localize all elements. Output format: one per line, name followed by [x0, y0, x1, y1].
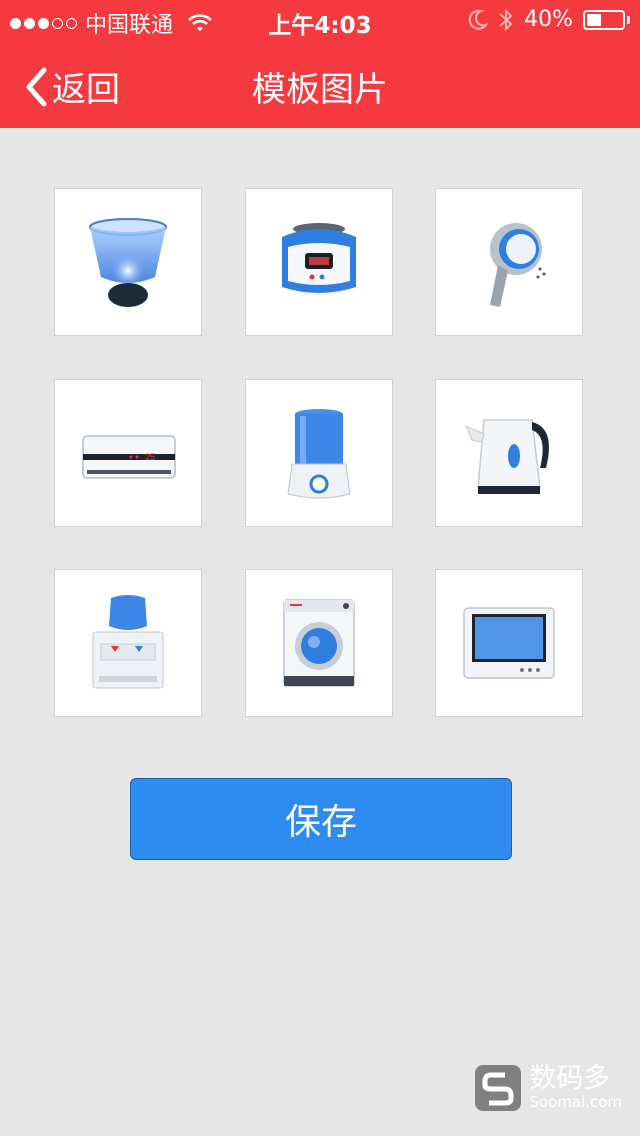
tv-icon [463, 607, 555, 679]
status-bar: 中国联通 上午4:03 40% [0, 0, 640, 40]
watermark-en: Soomal.com [529, 1093, 622, 1111]
battery-fill [587, 13, 601, 26]
humidifier-icon [287, 409, 351, 499]
kettle-icon [465, 419, 549, 494]
save-button[interactable]: 保存 [130, 778, 512, 860]
watermark-text: 数码多 Soomal.com [529, 1064, 622, 1111]
template-tile-tv[interactable] [435, 569, 583, 717]
water-dispenser-icon [92, 595, 164, 689]
watermark: 数码多 Soomal.com [475, 1064, 622, 1111]
template-tile-lamp[interactable] [54, 188, 202, 336]
template-tile-rice-cooker[interactable] [245, 188, 393, 336]
lamp-icon [89, 218, 167, 307]
battery-icon [583, 9, 625, 30]
shower-icon [490, 223, 546, 307]
template-tile-air-conditioner[interactable]: 25 [54, 379, 202, 527]
air-conditioner-icon: 25 [82, 435, 176, 479]
rice-cooker-icon [282, 223, 356, 293]
moon-icon [468, 9, 489, 30]
status-right: 40% [468, 7, 630, 32]
watermark-cn: 数码多 [529, 1063, 611, 1094]
template-tile-kettle[interactable] [435, 379, 583, 527]
ac-display: 25 [145, 452, 155, 462]
bluetooth-icon [499, 8, 513, 31]
template-tile-humidifier[interactable] [245, 379, 393, 527]
template-tile-washing-machine[interactable] [245, 569, 393, 717]
battery-cap [627, 15, 630, 24]
template-tile-water-dispenser[interactable] [54, 569, 202, 717]
soomal-logo-icon [475, 1064, 522, 1111]
template-tile-shower[interactable] [435, 188, 583, 336]
page-title: 模板图片 [252, 70, 388, 110]
template-grid: 25 [54, 188, 584, 718]
battery-percentage: 40% [524, 7, 573, 32]
app-header: 中国联通 上午4:03 40% 返回 模板图片 [0, 0, 640, 128]
washing-machine-icon [283, 599, 355, 687]
